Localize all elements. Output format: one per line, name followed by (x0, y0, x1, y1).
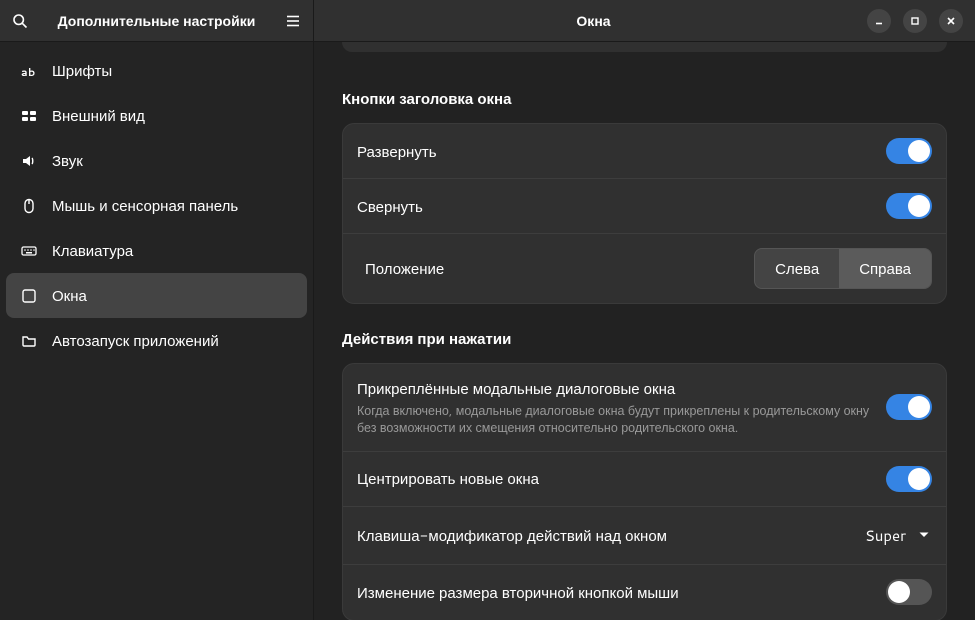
label-minimize: Свернуть (357, 196, 874, 217)
row-attached-modal: Прикреплённые модальные диалоговые окна … (343, 364, 946, 452)
sidebar-item-label: Мышь и сенсорная панель (52, 195, 238, 216)
search-button[interactable] (6, 7, 34, 35)
switch-minimize[interactable] (886, 193, 932, 219)
row-modifier: Клавиша-модификатор действий над окном S… (343, 507, 946, 565)
app-title: Дополнительные настройки (42, 11, 271, 31)
maximize-icon (910, 16, 920, 26)
sidebar-item-sound[interactable]: Звук (6, 138, 307, 183)
label-modifier: Клавиша-модификатор действий над окном (357, 525, 851, 546)
label-position: Положение (365, 258, 742, 279)
window-close-button[interactable] (939, 9, 963, 33)
card-titlebar-buttons: Развернуть Свернуть Положение Слева Спра… (342, 123, 947, 304)
sidebar-item-label: Шрифты (52, 60, 112, 81)
dropdown-modifier-value: Super (865, 525, 906, 546)
hamburger-icon (285, 13, 301, 29)
keyboard-icon (20, 242, 38, 260)
sidebar-item-startup[interactable]: Автозапуск приложений (6, 318, 307, 363)
sublabel-attached-modal: Когда включено, модальные диалоговые окн… (357, 403, 874, 437)
row-resize-rmb: Изменение размера вторичной кнопкой мыши (343, 565, 946, 620)
previous-card-bottom (342, 42, 947, 52)
label-center-new: Центрировать новые окна (357, 468, 874, 489)
chevron-down-icon (918, 529, 930, 541)
content-area: Кнопки заголовка окна Развернуть Свернут… (314, 42, 975, 620)
section-title-click-actions: Действия при нажатии (342, 328, 947, 349)
segment-left[interactable]: Слева (755, 249, 839, 288)
hamburger-menu-button[interactable] (279, 7, 307, 35)
window-icon (20, 287, 38, 305)
sidebar-item-label: Звук (52, 150, 83, 171)
sidebar-item-label: Внешний вид (52, 105, 145, 126)
switch-center-new[interactable] (886, 466, 932, 492)
window-maximize-button[interactable] (903, 9, 927, 33)
search-icon (12, 13, 28, 29)
sidebar-item-keyboard[interactable]: Клавиатура (6, 228, 307, 273)
mouse-icon (20, 197, 38, 215)
card-click-actions: Прикреплённые модальные диалоговые окна … (342, 363, 947, 620)
dropdown-modifier[interactable]: Super (863, 521, 932, 550)
sidebar-item-appearance[interactable]: Внешний вид (6, 93, 307, 138)
close-icon (946, 16, 956, 26)
svg-text:a: a (21, 64, 28, 79)
label-maximize: Развернуть (357, 141, 874, 162)
switch-maximize[interactable] (886, 138, 932, 164)
sidebar-item-label: Окна (52, 285, 87, 306)
folder-icon (20, 332, 38, 350)
sidebar: ab Шрифты Внешний вид Звук Мышь и сенсорная … (0, 42, 314, 620)
sidebar-item-windows[interactable]: Окна (6, 273, 307, 318)
sidebar-item-label: Клавиатура (52, 240, 133, 261)
switch-resize-rmb[interactable] (886, 579, 932, 605)
sidebar-item-label: Автозапуск приложений (52, 330, 219, 351)
sound-icon (20, 152, 38, 170)
font-icon: ab (20, 62, 38, 80)
switch-attached-modal[interactable] (886, 394, 932, 420)
row-center-new: Центрировать новые окна (343, 452, 946, 507)
sidebar-item-mouse[interactable]: Мышь и сенсорная панель (6, 183, 307, 228)
sidebar-item-fonts[interactable]: ab Шрифты (6, 48, 307, 93)
label-attached-modal: Прикреплённые модальные диалоговые окна (357, 378, 874, 399)
section-title-titlebar-buttons: Кнопки заголовка окна (342, 88, 947, 109)
svg-text:b: b (28, 64, 35, 79)
minimize-icon (874, 16, 884, 26)
row-minimize: Свернуть (343, 179, 946, 234)
segment-right[interactable]: Справа (839, 249, 931, 288)
row-position: Положение Слева Справа (343, 234, 946, 303)
label-resize-rmb: Изменение размера вторичной кнопкой мыши (357, 582, 874, 603)
appearance-icon (20, 107, 38, 125)
window-minimize-button[interactable] (867, 9, 891, 33)
segmented-position: Слева Справа (754, 248, 932, 289)
row-maximize: Развернуть (343, 124, 946, 179)
page-title: Окна (320, 11, 867, 31)
